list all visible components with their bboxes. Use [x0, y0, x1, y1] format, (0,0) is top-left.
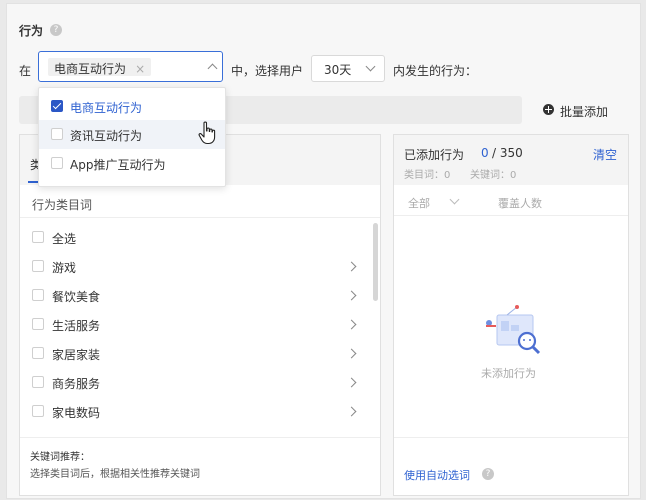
added-label: 已添加行为 [404, 148, 465, 162]
chevron-right-icon[interactable] [346, 319, 357, 330]
list-item-label: 商务服务 [52, 377, 101, 391]
dropdown-option-label: 资讯互动行为 [70, 129, 143, 143]
category-count: 类目词：0 [404, 170, 451, 181]
added-filter-row: 全部 覆盖人数 [394, 185, 628, 215]
hand-cursor-icon [198, 121, 216, 145]
filter-all-select[interactable]: 全部 [408, 195, 430, 211]
coverage-header: 覆盖人数 [498, 197, 542, 210]
list-item-label: 游戏 [52, 261, 77, 275]
dropdown-option-label: 电商互动行为 [70, 101, 143, 115]
auto-select-link[interactable]: 使用自动选词 [404, 467, 470, 483]
empty-text: 未添加行为 [481, 367, 536, 380]
checkbox[interactable] [51, 157, 63, 169]
added-behavior-panel: 已添加行为 0 / 350 清空 类目词：0 关键词：0 全部 覆盖人数 未添加… [393, 134, 629, 496]
list-item[interactable]: 游戏 [20, 252, 370, 281]
added-total: / 350 [492, 146, 523, 160]
list-item-label: 家居家装 [52, 348, 101, 362]
days-select[interactable]: 30天 [311, 55, 385, 82]
behavior-type-select[interactable]: 电商互动行为 × [38, 51, 223, 82]
checkbox[interactable] [32, 318, 44, 330]
chevron-right-icon[interactable] [346, 261, 357, 272]
list-item-partial[interactable] [20, 426, 370, 433]
dropdown-option[interactable]: 电商互动行为 [39, 92, 225, 120]
help-icon[interactable]: ? [50, 24, 62, 36]
help-icon[interactable]: ? [482, 468, 494, 480]
behavior-panel: 行为 ? 在 电商互动行为 × 中，选择用户 30天 内发生的行为： 批量添加 … [6, 3, 641, 499]
checkbox[interactable] [51, 128, 63, 140]
added-count: 0 [481, 146, 489, 160]
chevron-down-icon [365, 61, 376, 72]
divider [20, 437, 380, 438]
chevron-down-icon [449, 194, 460, 205]
chevron-right-icon[interactable] [346, 377, 357, 388]
selected-tag: 电商互动行为 × [48, 58, 152, 76]
clear-button[interactable]: 清空 [593, 146, 617, 163]
checkbox[interactable] [32, 376, 44, 388]
divider [394, 215, 628, 216]
list-item[interactable]: 餐饮美食 [20, 281, 370, 310]
keyword-recommend-desc: 选择类目词后，根据相关性推荐关键词 [30, 469, 200, 480]
keyword-count: 关键词：0 [470, 170, 517, 181]
keyword-recommend-title: 关键词推荐： [30, 452, 90, 463]
list-item[interactable]: 家居家装 [20, 339, 370, 368]
list-item-label: 全选 [52, 232, 77, 246]
list-item[interactable]: 家电数码 [20, 397, 370, 426]
list-header: 行为类目词 [32, 198, 93, 212]
selected-tag-label: 电商互动行为 [54, 62, 127, 76]
list-item[interactable]: 商务服务 [20, 368, 370, 397]
empty-illustration-icon [486, 305, 541, 355]
list-item-label: 家电数码 [52, 406, 101, 420]
checkbox[interactable] [32, 347, 44, 359]
dropdown-option[interactable]: App推广互动行为 [39, 149, 225, 178]
checkbox-checked[interactable] [51, 100, 63, 112]
list-item[interactable]: 生活服务 [20, 310, 370, 339]
chevron-right-icon[interactable] [346, 348, 357, 359]
suffix-text: 内发生的行为： [393, 64, 478, 78]
divider [394, 437, 628, 438]
dropdown-option-label: App推广互动行为 [70, 158, 166, 172]
plus-circle-icon[interactable] [543, 104, 554, 115]
chevron-right-icon[interactable] [346, 406, 357, 417]
scrollbar-thumb[interactable] [373, 223, 378, 301]
chevron-up-icon [207, 63, 218, 74]
divider [20, 217, 380, 218]
days-value: 30天 [324, 63, 352, 77]
checkbox[interactable] [32, 405, 44, 417]
section-title: 行为 [19, 24, 44, 38]
middle-text: 中，选择用户 [231, 64, 304, 78]
prefix-text: 在 [19, 64, 32, 78]
checkbox[interactable] [32, 289, 44, 301]
category-panel: 类 行为类目词 全选 游戏 餐饮美食 生活服务 家居家装 商务服务 家电数码 关… [19, 134, 381, 496]
tag-remove-icon[interactable]: × [135, 62, 145, 76]
chevron-right-icon[interactable] [346, 290, 357, 301]
added-header: 已添加行为 0 / 350 清空 类目词：0 关键词：0 [394, 135, 628, 185]
list-item-label: 生活服务 [52, 319, 101, 333]
list-item-label: 餐饮美食 [52, 290, 101, 304]
list-item-select-all[interactable]: 全选 [20, 223, 370, 252]
batch-add-button[interactable]: 批量添加 [560, 103, 608, 120]
category-list: 全选 游戏 餐饮美食 生活服务 家居家装 商务服务 家电数码 [20, 223, 380, 433]
checkbox[interactable] [32, 231, 44, 243]
checkbox[interactable] [32, 260, 44, 272]
